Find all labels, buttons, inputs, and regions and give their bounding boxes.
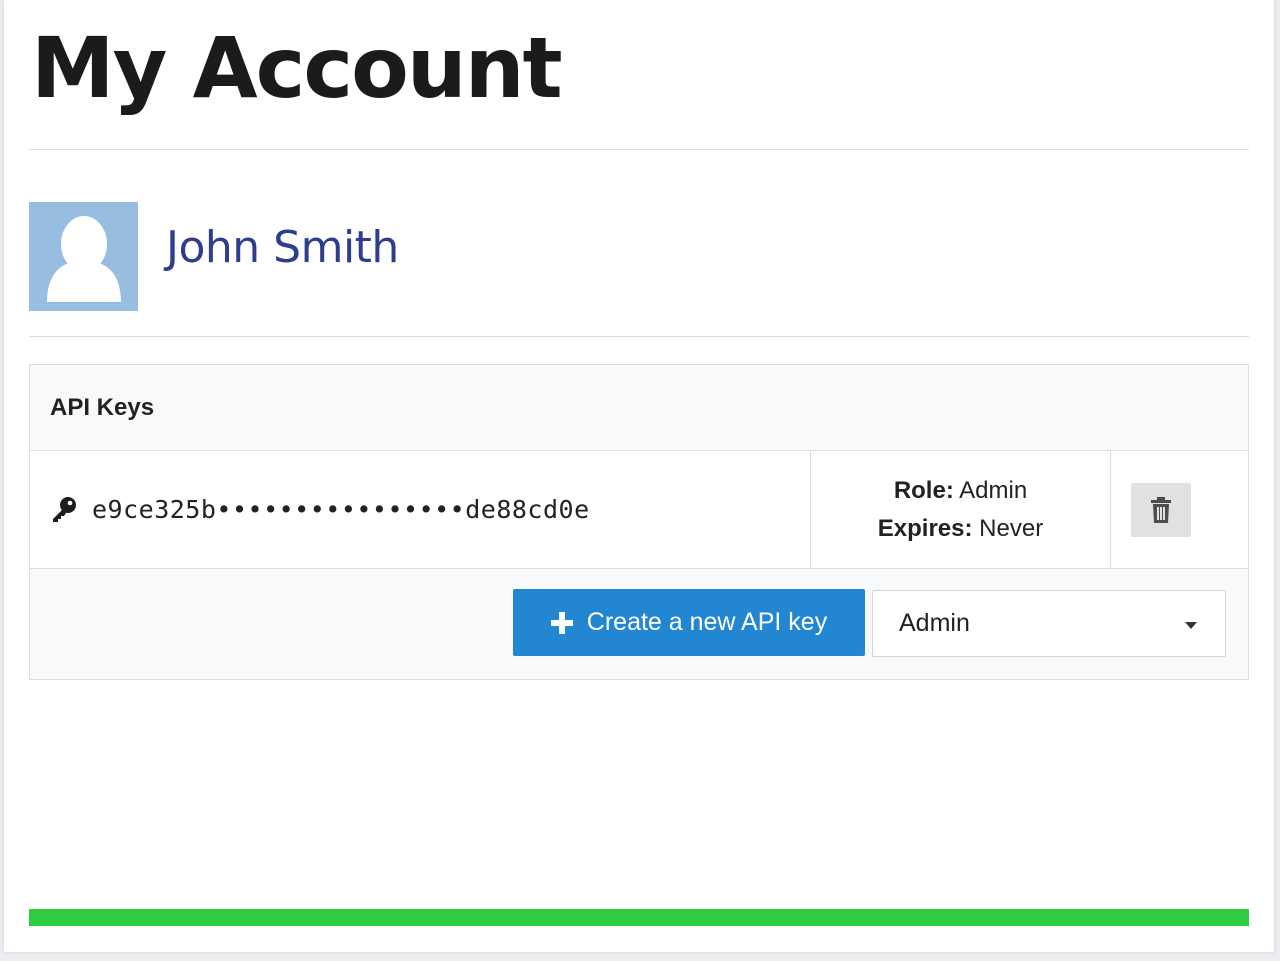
user-name: John Smith [166,222,399,273]
account-page: My Account John Smith API Keys e9ce325b•… [4,0,1274,952]
progress-bar [29,909,1249,926]
page-title: My Account [31,19,563,117]
chevron-down-icon [1185,622,1197,629]
expires-line: Expires: Never [878,510,1043,548]
api-key-value: e9ce325b••••••••••••••••de88cd0e [92,495,590,524]
api-keys-footer: Create a new API key Admin [30,569,1248,679]
role-line: Role: Admin [894,472,1027,510]
delete-key-button[interactable] [1131,482,1191,537]
api-key-meta: Role: Admin Expires: Never [811,451,1111,568]
api-keys-panel: API Keys e9ce325b••••••••••••••••de88cd0… [29,364,1249,680]
profile-divider [29,336,1249,337]
role-select[interactable]: Admin [872,590,1226,657]
role-select-value: Admin [899,609,970,637]
api-key-cell: e9ce325b••••••••••••••••de88cd0e [30,451,811,568]
expires-label: Expires: [877,514,973,542]
progress-fill [29,909,1249,926]
api-key-actions [1111,451,1248,568]
trash-icon [1151,496,1171,523]
api-keys-header: API Keys [30,365,1248,451]
plus-icon [550,611,573,634]
role-value: Admin [959,476,1028,504]
api-keys-title: API Keys [50,393,155,421]
create-api-key-label: Create a new API key [586,608,828,636]
user-silhouette-icon [47,216,121,302]
avatar [29,202,138,311]
expires-value: Never [979,514,1044,542]
create-api-key-button[interactable]: Create a new API key [513,589,865,656]
api-key-row: e9ce325b••••••••••••••••de88cd0e Role: A… [30,451,1248,569]
key-icon [50,495,80,525]
title-divider [29,149,1249,150]
role-label: Role: [893,476,954,504]
